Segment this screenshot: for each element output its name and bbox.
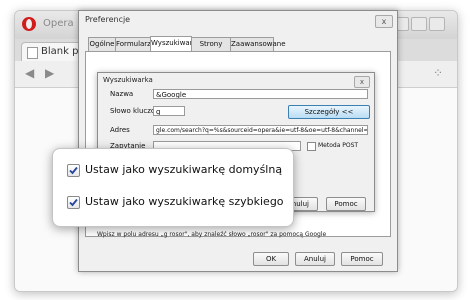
tab-forms[interactable]: Formularze: [115, 37, 155, 51]
keyword-field[interactable]: g: [153, 106, 185, 116]
preferences-title: Preferencje: [85, 15, 131, 24]
address-field[interactable]: gle.com/search?q=%s&sourceid=opera&ie=ut…: [153, 125, 368, 135]
cancel-button[interactable]: Anuluj: [295, 252, 335, 266]
maximize-icon[interactable]: [411, 17, 427, 31]
name-field[interactable]: &Google: [153, 89, 368, 99]
tab-general[interactable]: Ogólne: [88, 37, 116, 51]
tab-webpages[interactable]: Strony WWW: [191, 37, 231, 61]
search-dialog-title: Wyszukiwarka: [103, 76, 153, 84]
post-method-checkbox[interactable]: [307, 142, 316, 151]
tab-advanced[interactable]: Zaawansowane: [230, 37, 286, 51]
checkmark-icon: [69, 166, 78, 175]
opera-logo-icon[interactable]: [22, 17, 36, 31]
speed-engine-label: Ustaw jako wyszukiwarkę szybkiego: [85, 195, 284, 208]
help-button[interactable]: Pomoc: [341, 252, 383, 266]
window-close-icon[interactable]: [429, 17, 445, 31]
details-button[interactable]: Szczegóły <<: [288, 105, 370, 119]
address-label: Adres: [110, 126, 130, 134]
zoomed-checkbox-callout: Ustaw jako wyszukiwarkę domyślną Ustaw j…: [52, 148, 294, 227]
post-method-label: Metoda POST: [318, 142, 359, 149]
checkmark-icon: [69, 198, 78, 207]
default-engine-checkbox[interactable]: [67, 164, 80, 177]
search-help-button[interactable]: Pomoc: [326, 197, 366, 211]
ok-button[interactable]: OK: [253, 252, 289, 266]
forward-icon[interactable]: ▶: [45, 66, 54, 80]
name-label: Nazwa: [110, 90, 134, 98]
search-hint-text: Wpisz w polu adresu „g rosor", aby znale…: [97, 231, 327, 238]
page-icon: [27, 47, 38, 59]
back-icon[interactable]: ◀: [25, 66, 34, 80]
tab-search[interactable]: Wyszukiwanie: [150, 36, 200, 52]
speed-engine-checkbox[interactable]: [67, 196, 80, 209]
app-name: Opera: [43, 18, 74, 29]
default-engine-label: Ustaw jako wyszukiwarkę domyślną: [85, 163, 283, 176]
preferences-close-icon[interactable]: x: [375, 15, 393, 28]
speed-dial-icon[interactable]: ⁘: [433, 66, 443, 80]
search-dialog-close-icon[interactable]: x: [354, 76, 370, 88]
